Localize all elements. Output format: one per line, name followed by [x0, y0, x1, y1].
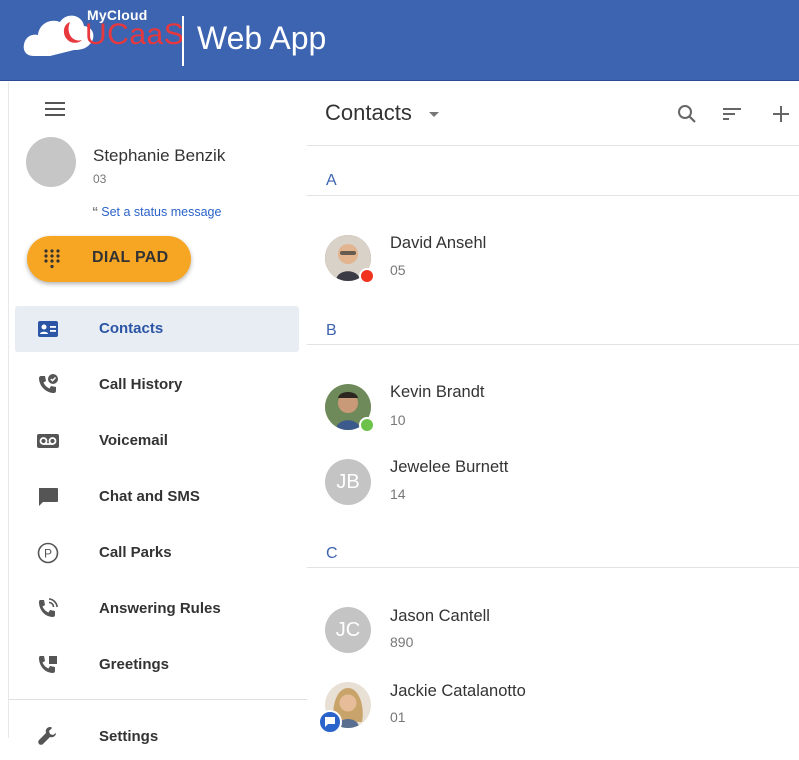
greetings-icon	[39, 656, 57, 673]
voicemail-icon	[37, 434, 59, 448]
sidebar-item-greetings[interactable]: Greetings	[15, 642, 299, 688]
contact-name: Jackie Catalanotto	[390, 682, 526, 700]
sidebar-item-call-history[interactable]: Call History	[15, 362, 299, 408]
sidebar-item-label: Voicemail	[99, 432, 168, 449]
presence-busy-indicator	[359, 268, 375, 284]
brand-ucaas-text: UCaaS	[85, 18, 185, 51]
hamburger-menu-icon[interactable]	[45, 102, 65, 118]
contact-extension: 890	[390, 634, 414, 650]
user-avatar[interactable]	[26, 137, 76, 187]
search-icon[interactable]	[675, 102, 699, 126]
sidebar-divider	[9, 699, 307, 700]
answering-rules-icon	[39, 598, 58, 617]
contact-extension: 10	[390, 412, 406, 428]
sidebar-item-label: Answering Rules	[99, 600, 221, 617]
contact-name: Jewelee Burnett	[390, 458, 509, 476]
sidebar-item-voicemail[interactable]: Voicemail	[15, 418, 299, 464]
chevron-down-icon[interactable]	[429, 112, 439, 117]
sidebar-item-answering-rules[interactable]: Answering Rules	[15, 586, 299, 632]
sidebar: Stephanie Benzik 03 “Set a status messag…	[8, 82, 308, 745]
call-history-icon	[39, 374, 58, 393]
sidebar-item-label: Settings	[99, 728, 159, 745]
dial-pad-button[interactable]: DIAL PAD	[27, 236, 191, 282]
section-letter-a: A	[326, 172, 337, 189]
contacts-panel: Contacts A David Ansehl 05 B Kevin Brand…	[307, 82, 799, 738]
sidebar-item-label: Chat and SMS	[99, 488, 200, 505]
sidebar-item-label: Call History	[99, 376, 183, 393]
user-name: Stephanie Benzik	[93, 146, 226, 165]
app-title: Web App	[197, 20, 327, 56]
dial-pad-label: DIAL PAD	[92, 249, 169, 266]
contact-avatar-initials: JB	[325, 459, 371, 505]
contact-name: Kevin Brandt	[390, 383, 485, 401]
contact-name: Jason Cantell	[390, 607, 490, 625]
sidebar-item-label: Call Parks	[99, 544, 172, 561]
chat-badge-icon	[318, 710, 342, 734]
sidebar-item-settings[interactable]: Settings	[15, 714, 299, 760]
settings-icon	[38, 727, 56, 745]
user-extension: 03	[93, 172, 107, 186]
logo-separator	[182, 16, 184, 66]
section-divider	[307, 195, 799, 196]
quote-icon: “	[92, 205, 99, 219]
panel-header-divider	[307, 145, 799, 146]
contact-extension: 14	[390, 486, 406, 502]
sidebar-item-call-parks[interactable]: P Call Parks	[15, 530, 299, 576]
section-letter-b: B	[326, 322, 337, 339]
call-park-icon: P	[37, 542, 59, 564]
chat-icon	[39, 488, 58, 506]
dialpad-icon	[44, 249, 60, 269]
sidebar-item-chat[interactable]: Chat and SMS	[15, 474, 299, 520]
sidebar-item-label: Contacts	[99, 320, 164, 337]
contact-extension: 05	[390, 262, 406, 278]
sidebar-item-contacts[interactable]: Contacts	[15, 306, 299, 352]
add-contact-icon[interactable]	[769, 102, 793, 126]
section-divider	[307, 344, 799, 345]
contacts-card-icon	[38, 321, 58, 337]
section-divider	[307, 567, 799, 568]
sidebar-item-label: Greetings	[99, 656, 170, 673]
contact-extension: 01	[390, 709, 406, 725]
status-message-label: Set a status message	[101, 205, 222, 219]
section-letter-c: C	[326, 545, 338, 562]
app-header: MyCloud UCaaS Web App	[0, 0, 799, 81]
contact-avatar-initials: JC	[325, 607, 371, 653]
presence-online-indicator	[359, 417, 375, 433]
svg-text:P: P	[44, 547, 52, 561]
contacts-title-dropdown[interactable]: Contacts	[325, 100, 412, 126]
sort-icon[interactable]	[721, 104, 743, 124]
status-message-link[interactable]: “Set a status message	[92, 205, 221, 219]
contact-name: David Ansehl	[390, 234, 487, 252]
